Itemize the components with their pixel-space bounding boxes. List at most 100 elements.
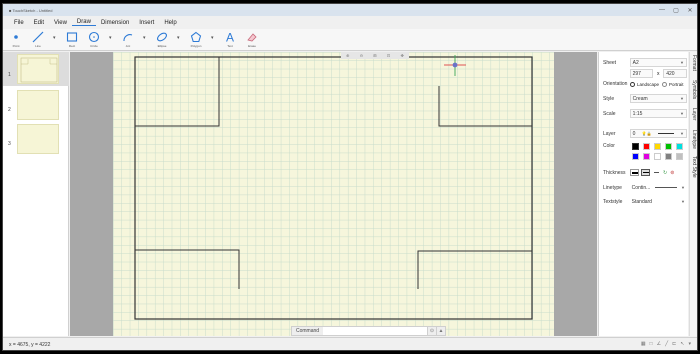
tool-rectangle[interactable]: Rect [65,29,79,48]
line-icon [32,31,44,43]
tab-symbols[interactable]: Symbols [691,80,697,99]
sheet-width-field[interactable]: 297 [629,69,654,78]
command-options-icon[interactable]: ⊙ [427,327,436,335]
linetype-row: Linetype Contin... ▼ [603,183,687,192]
color-swatch[interactable] [643,153,650,160]
thickness-thick[interactable] [630,169,639,176]
menu-bar: File Edit View Draw Dimension Insert Hel… [3,17,697,28]
chevron-down-icon: ▼ [680,111,684,116]
drawing-sheet[interactable]: ⊕ ⊖ ⊞ ⊡ ✥ Command ⊙ ▲ [113,52,554,336]
color-swatch[interactable] [654,153,661,160]
page-thumb-1[interactable]: 1 [3,52,69,86]
tool-line[interactable]: Line [31,29,45,48]
tool-text[interactable]: A Text [223,29,237,48]
menu-insert[interactable]: Insert [134,20,159,26]
chevron-down-icon[interactable]: ▾ [143,35,147,41]
command-label: Command [296,328,320,334]
crosshair-cursor [444,55,466,76]
sheet-height-field[interactable]: 420 [663,69,687,78]
grid-snap-icon[interactable]: ▦ [641,341,646,347]
layer-select[interactable]: 0 💡🔒 ▼ [629,129,687,138]
draw-toolbar: Point Line ▾ Rect Circle ▾ Arc ▾ Ellipse… [3,29,697,51]
linetype-select[interactable]: Contin... ▼ [630,183,687,192]
angle-snap-icon[interactable]: ∠ [657,341,661,347]
menu-dimension[interactable]: Dimension [96,20,134,26]
color-palette [630,143,685,160]
app-window: ■ TouchSketch - Untitled — ▢ ✕ File Edit… [2,3,698,351]
tab-linetype[interactable]: Linetype [691,130,697,149]
status-bar: x = 4675, y = 4222 ▦ □ ∠ ╱ ⊏ ↖ ▾ [3,337,697,350]
floor-plan[interactable] [113,52,554,336]
zoom-out-icon[interactable]: ⊖ [360,53,363,58]
color-swatch[interactable] [676,153,683,160]
menu-view[interactable]: View [49,20,72,26]
color-swatch[interactable] [632,143,639,150]
portrait-radio[interactable] [662,81,668,87]
textstyle-row: Textstyle Standard ▼ [603,197,687,206]
circle-icon [88,31,100,43]
tool-point[interactable]: Point [9,29,23,48]
room-wall-top-left[interactable] [135,57,220,127]
close-button[interactable]: ✕ [683,4,697,16]
color-swatch[interactable] [665,143,672,150]
sheet-size-row: 297 x 420 [603,69,687,78]
tool-ellipse[interactable]: Ellipse [155,29,169,48]
chevron-down-icon[interactable]: ▾ [53,35,57,41]
title-bar: ■ TouchSketch - Untitled — ▢ ✕ [3,4,697,16]
landscape-radio[interactable] [630,81,635,87]
color-swatch[interactable] [643,143,650,150]
settings-icon[interactable]: ⊚ [670,170,674,176]
tool-arc[interactable]: Arc [121,29,135,48]
tool-circle[interactable]: Circle [87,29,101,48]
maximize-button[interactable]: ▢ [669,4,683,16]
menu-edit[interactable]: Edit [29,20,49,26]
zoom-window-icon[interactable]: ⊡ [387,53,390,58]
tab-text-style[interactable]: Text Style [691,156,697,178]
zoom-in-icon[interactable]: ⊕ [346,53,349,58]
color-swatch[interactable] [676,143,683,150]
scale-select[interactable]: 1:15 ▼ [629,109,687,118]
drawing-canvas[interactable]: ⊕ ⊖ ⊞ ⊡ ✥ Command ⊙ ▲ [70,52,597,336]
chevron-down-icon: ▼ [680,60,684,65]
menu-help[interactable]: Help [159,20,181,26]
layer-row: Layer 0 💡🔒 ▼ [603,129,687,138]
page-thumb-3[interactable]: 3 [3,122,69,156]
pan-icon[interactable]: ✥ [400,53,403,58]
cursor-mode-icon[interactable]: ↖ [680,341,684,347]
menu-draw[interactable]: Draw [71,19,96,26]
thickness-thin[interactable] [652,169,661,176]
minimize-button[interactable]: — [655,4,669,16]
command-expand-icon[interactable]: ▲ [436,327,445,335]
outer-wall[interactable] [134,56,533,320]
color-swatch[interactable] [665,153,672,160]
window-title: ■ TouchSketch - Untitled [9,7,53,13]
chevron-down-icon[interactable]: ▾ [211,35,215,41]
undo-icon[interactable]: ↻ [663,170,667,176]
menu-file[interactable]: File [9,20,29,26]
zoom-fit-icon[interactable]: ⊞ [373,53,376,58]
tool-erase[interactable]: Erase [245,29,259,48]
tool-polygon[interactable]: Polygon [189,29,203,48]
polar-icon[interactable]: ⊏ [672,341,676,347]
page-thumb-2[interactable]: 2 [3,88,69,122]
room-wall-bottom-right[interactable] [417,250,532,289]
object-snap-icon[interactable]: □ [650,341,653,347]
textstyle-select[interactable]: Standard ▼ [630,197,687,206]
chevron-down-icon[interactable]: ▾ [177,35,181,41]
chevron-down-icon[interactable]: ▾ [109,35,113,41]
eraser-icon [247,33,257,42]
page-preview [17,124,59,154]
tab-format[interactable]: Format [691,55,697,71]
chevron-down-icon: ▼ [680,96,684,101]
chevron-down-icon[interactable]: ▾ [688,341,691,347]
command-input[interactable] [323,327,427,335]
ortho-icon[interactable]: ╱ [665,341,668,347]
sheet-select[interactable]: A2 ▼ [629,58,687,67]
room-wall-bottom-left[interactable] [135,249,240,289]
tab-layer[interactable]: Layer [691,108,697,121]
color-swatch[interactable] [654,143,661,150]
style-select[interactable]: Cream ▼ [629,94,687,103]
thickness-medium[interactable] [641,169,650,176]
color-swatch[interactable] [632,153,639,160]
room-wall-top-right[interactable] [438,86,532,127]
